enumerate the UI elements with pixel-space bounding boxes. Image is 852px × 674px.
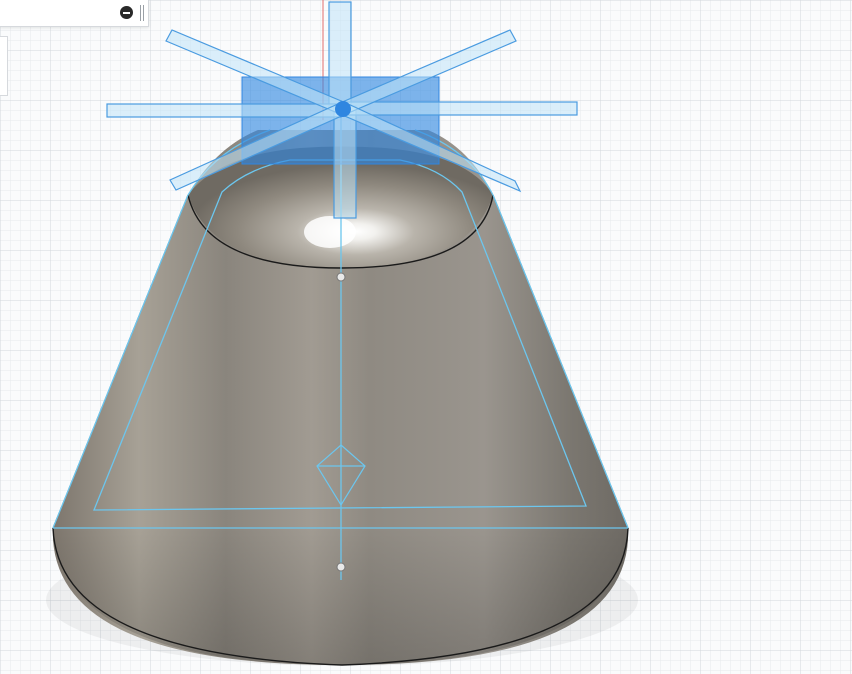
3d-viewport[interactable] (0, 0, 852, 674)
browser-panel (0, 0, 149, 27)
side-panel-edge[interactable] (0, 36, 8, 96)
gizmo-arm[interactable] (106, 103, 342, 118)
gizmo-arm[interactable] (340, 101, 578, 116)
move-gizmo[interactable] (106, 1, 578, 219)
gizmo-center[interactable] (335, 101, 351, 117)
sketch-point[interactable] (336, 272, 346, 282)
minus-circle-icon[interactable] (120, 6, 133, 19)
gizmo-arm[interactable] (333, 105, 357, 219)
recess-highlight (304, 216, 356, 248)
sketch-point[interactable] (336, 562, 346, 572)
resize-grip-icon[interactable] (140, 5, 144, 21)
gizmo-arm[interactable] (328, 1, 352, 107)
